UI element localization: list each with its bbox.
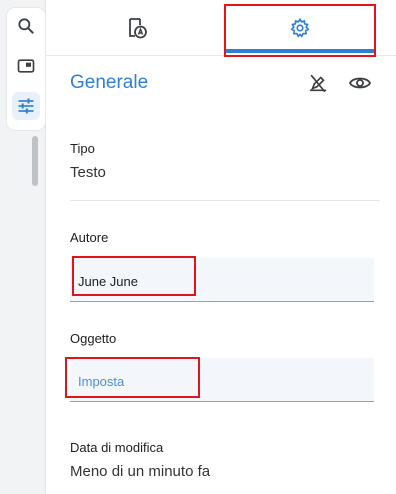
search-icon [18, 18, 34, 34]
subject-label: Oggetto [70, 331, 117, 346]
rail-scrollbar[interactable] [32, 136, 38, 186]
tune-icon [18, 98, 34, 114]
type-label: Tipo [70, 141, 95, 156]
search-button[interactable] [12, 12, 40, 40]
properties-panel: Generale Tipo Testo Autore Oggetto Data … [46, 0, 396, 494]
edit-disabled-button[interactable] [305, 70, 331, 96]
toolbar-group [7, 8, 45, 130]
panel-toggle-button[interactable] [12, 52, 40, 80]
highlight-subject [65, 357, 200, 398]
pen-off-icon [309, 74, 327, 93]
properties-button[interactable] [12, 92, 40, 120]
divider [70, 200, 380, 201]
author-label: Autore [70, 230, 109, 245]
visibility-button[interactable] [347, 70, 373, 96]
modified-label: Data di modifica [70, 440, 164, 455]
left-toolbar [0, 0, 46, 494]
tab-info[interactable] [46, 0, 226, 56]
section-title: Generale [70, 72, 149, 93]
window-icon [17, 59, 35, 73]
highlight-settings-tab [224, 4, 376, 57]
modified-value: Meno di un minuto fa [70, 463, 211, 480]
highlight-author [72, 256, 196, 296]
document-a-icon [129, 18, 147, 39]
type-value: Testo [70, 164, 106, 181]
eye-icon [348, 77, 372, 89]
